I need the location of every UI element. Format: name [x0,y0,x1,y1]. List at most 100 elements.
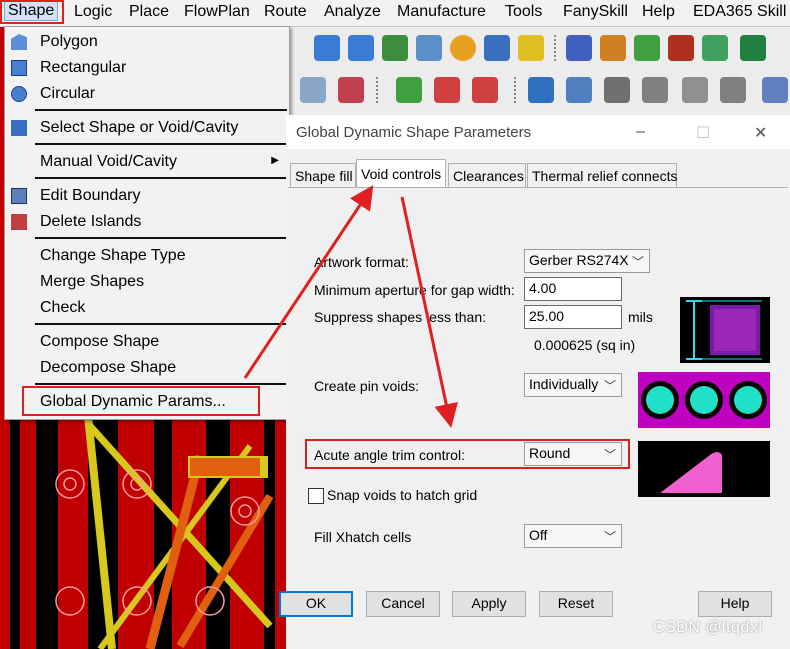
menu-place[interactable]: Place [129,3,169,21]
menu-help[interactable]: Help [642,3,675,21]
min-aperture-label: Minimum aperture for gap width: [314,282,515,298]
minimize-button[interactable]: – [636,123,645,141]
pin-voids-select[interactable]: Individually ﹀ [524,373,622,397]
menu-item-label: Circular [40,85,96,102]
cancel-button[interactable]: Cancel [366,591,440,617]
dialog-tabs: Shape fill Void controls Clearances Ther… [286,159,790,189]
menu-item-decompose-shape[interactable]: Decompose Shape [5,355,289,381]
menu-item-change-shape-type[interactable]: Change Shape Type [5,243,289,269]
zoom-out-icon[interactable] [348,35,374,61]
menu-item-label: Manual Void/Cavity [40,153,177,170]
zoom-in-icon[interactable] [314,35,340,61]
menu-item-polygon[interactable]: Polygon [5,29,289,55]
suppress-shapes-preview-icon [680,297,770,363]
pin-voids-preview-icon [638,372,770,428]
layer-visibility-icon[interactable] [634,35,660,61]
snap-voids-checkbox[interactable] [308,488,324,504]
camera-icon[interactable] [642,77,668,103]
menu-logic[interactable]: Logic [74,3,112,21]
component-icon[interactable] [396,77,422,103]
menu-item-label: Edit Boundary [40,187,141,204]
book-icon[interactable] [566,77,592,103]
menu-tools[interactable]: Tools [505,3,542,21]
menu-item-rectangular[interactable]: Rectangular [5,55,289,81]
tab-clearances[interactable]: Clearances [448,163,526,187]
global-dynamic-shape-dialog: Global Dynamic Shape Parameters – ☐ ✕ Sh… [279,115,790,649]
grid-icon[interactable] [566,35,592,61]
menu-separator [35,109,287,111]
3d-view-icon[interactable] [484,35,510,61]
delete-icon[interactable] [338,77,364,103]
void-controls-panel: Artwork format: Gerber RS274X ﹀ Minimum … [288,187,788,576]
menu-separator [35,237,287,239]
suppress-shapes-unit: mils [628,309,653,325]
global-dynamic-params-highlight-box [22,386,260,416]
menu-item-merge-shapes[interactable]: Merge Shapes [5,269,289,295]
flip-icon[interactable] [518,35,544,61]
refresh-icon[interactable] [450,35,476,61]
menu-item-check[interactable]: Check [5,295,289,321]
edit-boundary-icon [11,188,27,204]
tab-void-controls[interactable]: Void controls [356,159,446,188]
fill-xhatch-select[interactable]: Off ﹀ [524,524,622,548]
menu-separator [35,143,287,145]
help-button[interactable]: Help [698,591,772,617]
menu-manufacture[interactable]: Manufacture [397,3,486,21]
menu-flowplan[interactable]: FlowPlan [184,3,250,21]
zoom-fit-icon[interactable] [416,35,442,61]
menu-item-delete-islands[interactable]: Delete Islands [5,209,289,235]
cm-icon[interactable] [702,35,728,61]
polygon-icon [11,34,27,50]
suppress-shapes-input[interactable]: 25.00 [524,305,622,329]
select-box-icon[interactable] [300,77,326,103]
menu-item-label: Rectangular [40,59,127,76]
stack-icon[interactable] [668,35,694,61]
toolbar [290,27,790,116]
snap-voids-label: Snap voids to hatch grid [327,487,478,503]
tab-thermal-relief[interactable]: Thermal relief connects [527,163,678,187]
suppress-shapes-area: 0.000625 (sq in) [534,337,636,353]
submenu-arrow-icon: ▶ [271,155,279,166]
tab-shape-fill[interactable]: Shape fill [290,163,356,187]
min-aperture-input[interactable]: 4.00 [524,277,622,301]
reset-button[interactable]: Reset [539,591,613,617]
tool-icon[interactable] [604,77,630,103]
maximize-button[interactable]: ☐ [696,123,710,143]
menu-item-manual-void[interactable]: Manual Void/Cavity ▶ [5,149,289,175]
menu-eda365-skill[interactable]: EDA365 Skill V [693,3,790,21]
artwork-format-select[interactable]: Gerber RS274X ﹀ [524,249,650,273]
dialog-title: Global Dynamic Shape Parameters [296,124,532,141]
shape-dropdown-menu: Polygon Rectangular Circular Select Shap… [4,26,290,420]
odb-icon[interactable] [528,77,554,103]
pin-voids-value: Individually [529,376,599,392]
acute-angle-highlight-box [305,439,630,469]
menu-item-circular[interactable]: Circular [5,81,289,107]
notes-icon[interactable] [720,77,746,103]
refdes-icon[interactable] [682,77,708,103]
matrix-icon[interactable] [762,77,788,103]
color-palette-icon[interactable] [600,35,626,61]
toolbar-separator [376,77,378,103]
measure-icon[interactable] [434,77,460,103]
menu-analyze[interactable]: Analyze [324,3,381,21]
toolbar-extra-icon[interactable] [740,35,766,61]
toolbar-separator [514,77,516,103]
menu-fanyskill[interactable]: FanySkill [563,3,628,21]
artwork-format-value: Gerber RS274X [529,252,629,268]
menu-route[interactable]: Route [264,3,307,21]
dimension-icon[interactable] [472,77,498,103]
dialog-titlebar[interactable]: Global Dynamic Shape Parameters – ☐ ✕ [286,115,790,149]
menu-item-label: Polygon [40,33,98,50]
menu-item-compose-shape[interactable]: Compose Shape [5,329,289,355]
circle-icon [11,86,27,102]
menu-item-label: Select Shape or Void/Cavity [40,119,239,136]
apply-button[interactable]: Apply [452,591,526,617]
menu-item-label: Compose Shape [40,333,160,350]
shape-menu-highlight-box [0,0,64,24]
menu-item-label: Delete Islands [40,213,142,230]
close-button[interactable]: ✕ [754,123,767,143]
menu-item-edit-boundary[interactable]: Edit Boundary [5,183,289,209]
zoom-previous-icon[interactable] [382,35,408,61]
ok-button[interactable]: OK [279,591,353,617]
menu-item-select-shape[interactable]: Select Shape or Void/Cavity [5,115,289,141]
